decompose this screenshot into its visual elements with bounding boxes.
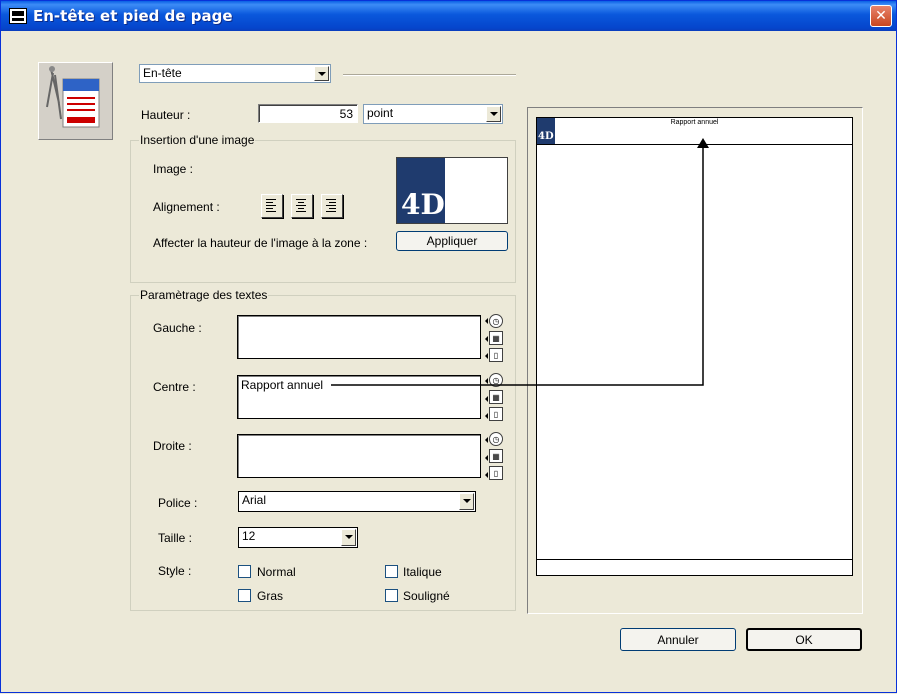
clock-icon[interactable]: ◷ (489, 432, 503, 446)
center-text-label: Centre : (153, 380, 196, 394)
left-arrow-icon (485, 353, 488, 359)
preview-footer-zone (537, 559, 852, 575)
text-group-legend: Paramètrage des textes (139, 288, 269, 302)
chevron-down-icon[interactable] (314, 66, 329, 81)
left-arrow-icon (485, 455, 488, 461)
image-preview-box[interactable]: 4D (396, 157, 508, 224)
left-text-label: Gauche : (153, 321, 202, 335)
ok-button[interactable]: OK (746, 628, 862, 651)
clock-icon[interactable]: ◷ (489, 314, 503, 328)
preview-page: 4D Rapport annuel (536, 117, 853, 576)
logo-4d-image: 4D (397, 158, 445, 223)
chevron-down-icon[interactable] (341, 529, 356, 546)
height-input[interactable]: 53 (258, 104, 358, 123)
align-left-icon (266, 199, 278, 213)
left-arrow-icon (485, 378, 488, 384)
unit-select-value: point (367, 106, 394, 120)
italic-checkbox[interactable] (385, 565, 398, 578)
close-button[interactable]: ✕ (870, 5, 892, 27)
left-arrow-icon (485, 396, 488, 402)
header-footer-icon (38, 62, 113, 140)
left-arrow-icon (485, 437, 488, 443)
dialog-window: En-tête et pied de page ✕ En-tête Hauteu… (0, 0, 897, 693)
left-arrow-icon (485, 413, 488, 419)
section-select[interactable]: En-tête (139, 64, 331, 83)
font-select-value: Arial (242, 493, 267, 507)
alignment-label: Alignement : (153, 200, 220, 214)
height-label: Hauteur : (141, 108, 191, 122)
chevron-down-icon[interactable] (459, 493, 474, 510)
left-arrow-icon (485, 318, 488, 324)
font-select[interactable]: Arial (238, 491, 476, 512)
underline-checkbox[interactable] (385, 589, 398, 602)
preview-header-text: Rapport annuel (670, 119, 719, 126)
right-text-label: Droite : (153, 439, 192, 453)
italic-checkbox-label[interactable]: Italique (403, 565, 442, 579)
image-label: Image : (153, 162, 194, 176)
bold-checkbox[interactable] (238, 589, 251, 602)
apply-button[interactable]: Appliquer (396, 231, 508, 251)
window-title: En-tête et pied de page (33, 7, 233, 25)
right-text-input[interactable] (237, 434, 481, 478)
align-center-icon (296, 199, 308, 213)
center-text-input[interactable]: Rapport annuel (237, 375, 481, 419)
page-icon[interactable]: ▯ (489, 407, 503, 421)
image-group-legend: Insertion d'une image (139, 133, 256, 147)
left-arrow-icon (485, 336, 488, 342)
page-icon[interactable]: ▯ (489, 466, 503, 480)
page-preview-panel: 4D Rapport annuel (527, 107, 863, 614)
center-text-value: Rapport annuel (241, 378, 324, 392)
apply-height-label: Affecter la hauteur de l'image à la zone… (153, 236, 368, 250)
separator-line (343, 74, 516, 76)
font-label: Police : (158, 496, 198, 510)
clock-icon[interactable]: ◷ (489, 373, 503, 387)
align-right-button[interactable] (321, 194, 343, 218)
left-text-input[interactable] (237, 315, 481, 359)
size-select-value: 12 (242, 529, 256, 543)
app-icon (9, 8, 27, 24)
size-label: Taille : (158, 531, 193, 545)
normal-checkbox-label[interactable]: Normal (257, 565, 296, 579)
chevron-down-icon[interactable] (486, 106, 501, 122)
preview-header-zone: 4D Rapport annuel (537, 118, 852, 145)
page-icon[interactable]: ▯ (489, 348, 503, 362)
underline-checkbox-label[interactable]: Souligné (403, 589, 450, 603)
style-label: Style : (158, 564, 192, 578)
left-arrow-icon (485, 472, 488, 478)
calendar-icon[interactable]: ▦ (489, 390, 503, 404)
bold-checkbox-label[interactable]: Gras (257, 589, 283, 603)
align-center-button[interactable] (291, 194, 313, 218)
cancel-button[interactable]: Annuler (620, 628, 736, 651)
calendar-icon[interactable]: ▦ (489, 331, 503, 345)
unit-select[interactable]: point (363, 104, 503, 124)
height-value: 53 (339, 107, 353, 121)
calendar-icon[interactable]: ▦ (489, 449, 503, 463)
section-select-value: En-tête (143, 66, 182, 80)
size-select[interactable]: 12 (238, 527, 358, 548)
title-bar[interactable]: En-tête et pied de page ✕ (1, 1, 896, 31)
align-left-button[interactable] (261, 194, 283, 218)
normal-checkbox[interactable] (238, 565, 251, 578)
align-right-icon (326, 199, 338, 213)
